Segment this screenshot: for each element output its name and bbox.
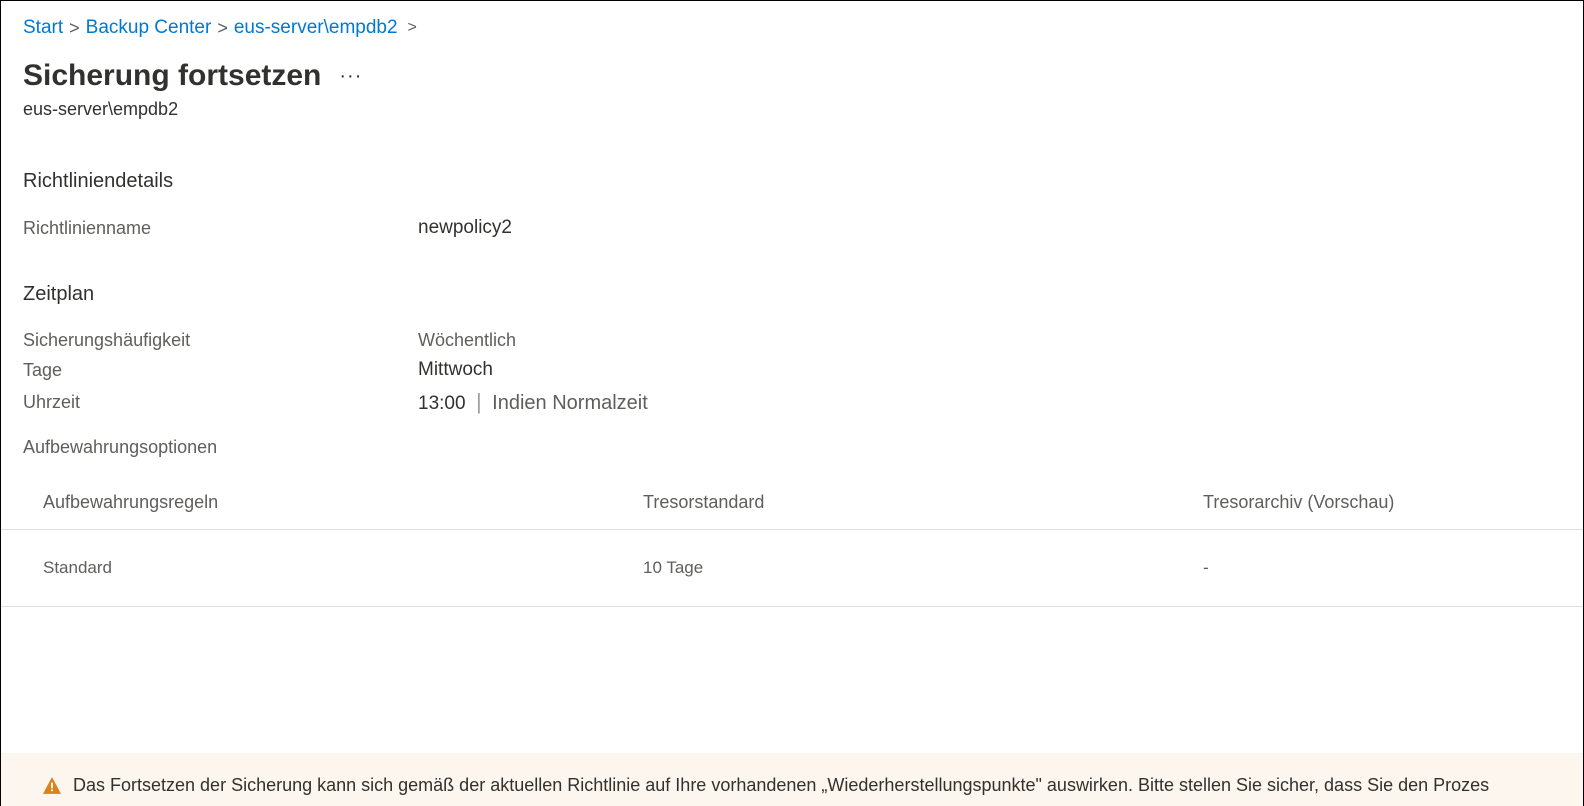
frequency-value: Wöchentlich <box>418 330 516 351</box>
breadcrumb-item-backup-center[interactable]: Backup Center <box>86 17 212 39</box>
chevron-right-icon: > <box>408 19 417 37</box>
breadcrumb-separator: > <box>217 18 228 39</box>
retention-options-label: Aufbewahrungsoptionen <box>1 423 1583 458</box>
days-value: Mittwoch <box>418 359 493 381</box>
timezone-value: Indien Normalzeit <box>492 392 648 414</box>
breadcrumb-item-start[interactable]: Start <box>23 17 63 39</box>
warning-icon <box>43 777 61 795</box>
policy-name-row: Richtlinienname newpolicy2 <box>23 217 1561 239</box>
warning-banner: Das Fortsetzen der Sicherung kann sich g… <box>1 753 1583 806</box>
rule-standard-cell: 10 Tage <box>643 558 1203 578</box>
frequency-label: Sicherungshäufigkeit <box>23 330 418 351</box>
rule-archive-cell: - <box>1203 558 1561 578</box>
table-header-row: Aufbewahrungsregeln Tresorstandard Treso… <box>1 476 1583 530</box>
page-header: Sicherung fortsetzen ··· <box>1 47 1583 99</box>
policy-details-heading: Richtliniendetails <box>23 170 1561 193</box>
policy-details-section: Richtliniendetails Richtlinienname newpo… <box>1 170 1583 239</box>
time-separator: | <box>476 389 482 414</box>
days-row: Tage Mittwoch <box>23 359 1561 381</box>
column-header-archive: Tresorarchiv (Vorschau) <box>1203 492 1561 513</box>
policy-name-label: Richtlinienname <box>23 218 418 239</box>
rule-name-cell: Standard <box>43 558 643 578</box>
column-header-standard: Tresorstandard <box>643 492 1203 513</box>
page-subtitle: eus-server\empdb2 <box>1 99 1583 150</box>
schedule-heading: Zeitplan <box>23 283 1561 306</box>
breadcrumb: Start > Backup Center > eus-server\empdb… <box>1 1 1583 47</box>
breadcrumb-separator: > <box>69 18 80 39</box>
frequency-row: Sicherungshäufigkeit Wöchentlich <box>23 330 1561 351</box>
schedule-section: Zeitplan Sicherungshäufigkeit Wöchentlic… <box>1 283 1583 415</box>
column-header-rules: Aufbewahrungsregeln <box>43 492 643 513</box>
time-value-wrapper: 13:00 | Indien Normalzeit <box>418 389 648 415</box>
time-label: Uhrzeit <box>23 392 418 413</box>
retention-table: Aufbewahrungsregeln Tresorstandard Treso… <box>1 476 1583 607</box>
page-title: Sicherung fortsetzen <box>23 59 321 93</box>
table-row: Standard 10 Tage - <box>1 530 1583 607</box>
breadcrumb-item-resource[interactable]: eus-server\empdb2 <box>234 17 398 39</box>
more-actions-button[interactable]: ··· <box>339 65 362 88</box>
days-label: Tage <box>23 360 418 381</box>
policy-name-value: newpolicy2 <box>418 217 512 239</box>
time-value: 13:00 <box>418 393 466 414</box>
warning-text: Das Fortsetzen der Sicherung kann sich g… <box>73 775 1489 796</box>
time-row: Uhrzeit 13:00 | Indien Normalzeit <box>23 389 1561 415</box>
